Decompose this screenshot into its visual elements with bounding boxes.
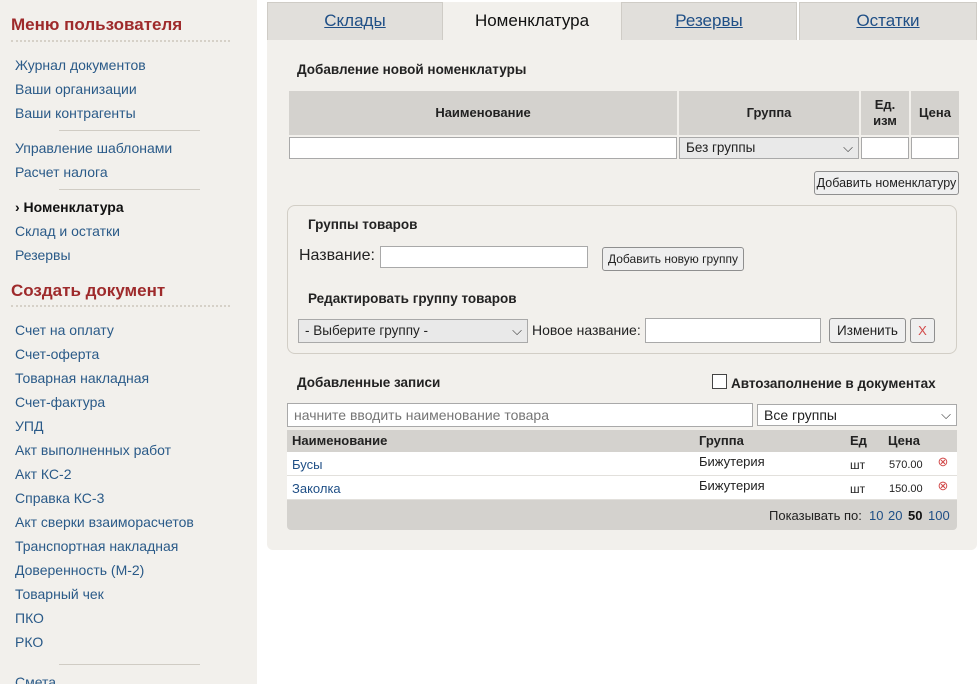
add-nomenclature-title: Добавление новой номенклатуры — [297, 62, 527, 77]
sidebar: Меню пользователя Журнал документов Ваши… — [0, 0, 257, 684]
tab-balances[interactable]: Остатки — [799, 2, 977, 40]
chevron-down-icon: ⌵ — [512, 323, 522, 338]
new-unit-input[interactable] — [861, 137, 909, 159]
col-header-unit-line1: Ед. — [874, 97, 896, 112]
remove-record-icon[interactable]: ⊗ — [936, 455, 950, 469]
divider — [59, 664, 200, 665]
chevron-down-icon: ⌵ — [941, 407, 951, 422]
records-header-name: Наименование — [292, 433, 388, 448]
rename-group-button[interactable]: Изменить — [829, 318, 906, 343]
page-size-100[interactable]: 100 — [928, 508, 950, 523]
sidebar-item-offer[interactable]: Счет-оферта — [15, 346, 99, 362]
table-row: Бусы Бижутерия шт 570.00 ⊗ — [287, 452, 957, 476]
record-unit: шт — [850, 482, 866, 496]
sidebar-item-transport[interactable]: Транспортная накладная — [15, 538, 178, 554]
divider — [59, 189, 200, 190]
page-size-50: 50 — [908, 508, 923, 523]
sidebar-item-organizations[interactable]: Ваши организации — [15, 81, 137, 97]
create-document-heading: Создать документ — [11, 281, 166, 300]
sidebar-item-reconciliation[interactable]: Акт сверки взаиморасчетов — [15, 514, 194, 530]
page-size-label: Показывать по: — [769, 508, 862, 523]
sidebar-item-pko[interactable]: ПКО — [15, 610, 44, 626]
record-price: 570.00 — [889, 459, 923, 471]
sidebar-item-journal[interactable]: Журнал документов — [15, 57, 146, 73]
new-name-input[interactable] — [289, 137, 677, 159]
edit-group-title: Редактировать группу товаров — [308, 291, 517, 306]
new-name-label: Новое название: — [532, 322, 641, 338]
group-filter-select[interactable]: Все группы ⌵ — [757, 404, 957, 426]
autofill-label: Автозаполнение в документах — [731, 376, 936, 391]
sidebar-item-estimate[interactable]: Смета — [15, 674, 56, 684]
sidebar-item-nomenclature[interactable]: › Номенклатура — [15, 199, 124, 215]
sidebar-item-stock[interactable]: Склад и остатки — [15, 223, 120, 239]
divider — [11, 40, 230, 42]
record-group: Бижутерия — [699, 478, 765, 493]
col-header-unit: Ед. изм — [861, 91, 909, 135]
records-table-header: Наименование Группа Ед Цена — [287, 430, 957, 452]
sidebar-item-contractors[interactable]: Ваши контрагенты — [15, 105, 136, 121]
edit-group-select[interactable]: - Выберите группу - ⌵ — [298, 319, 528, 343]
col-header-group: Группа — [679, 91, 859, 135]
sidebar-item-ks3[interactable]: Справка КС-3 — [15, 490, 104, 506]
sidebar-item-tax[interactable]: Расчет налога — [15, 164, 108, 180]
sidebar-item-tax-invoice[interactable]: Счет-фактура — [15, 394, 105, 410]
sidebar-item-templates[interactable]: Управление шаблонами — [15, 140, 172, 156]
autofill-checkbox[interactable] — [712, 374, 727, 389]
tab-warehouses[interactable]: Склады — [267, 2, 443, 40]
new-group-select-value: Без группы — [686, 140, 756, 155]
add-group-button[interactable]: Добавить новую группу — [602, 247, 744, 271]
new-group-select[interactable]: Без группы ⌵ — [679, 137, 859, 159]
sidebar-item-reserves[interactable]: Резервы — [15, 247, 71, 263]
records-header-unit: Ед — [850, 433, 867, 448]
divider — [59, 130, 200, 131]
divider — [11, 305, 230, 307]
col-header-price: Цена — [911, 91, 959, 135]
delete-group-button[interactable]: X — [910, 318, 935, 343]
page-size-20[interactable]: 20 — [888, 508, 902, 523]
group-name-input[interactable] — [380, 246, 588, 268]
product-search-input[interactable] — [287, 403, 753, 427]
group-new-name-input[interactable] — [645, 318, 821, 343]
new-price-input[interactable] — [911, 137, 959, 159]
group-filter-select-value: Все группы — [764, 407, 837, 423]
sidebar-item-upd[interactable]: УПД — [15, 418, 43, 434]
sidebar-item-invoice[interactable]: Счет на оплату — [15, 322, 114, 338]
pagination-bar: Показывать по: 10 20 50 100 — [287, 500, 957, 530]
record-name-link[interactable]: Бусы — [292, 457, 322, 472]
sidebar-item-ks2[interactable]: Акт КС-2 — [15, 466, 71, 482]
records-header-price: Цена — [888, 433, 920, 448]
edit-group-select-value: - Выберите группу - — [305, 323, 429, 338]
sidebar-item-rko[interactable]: РКО — [15, 634, 43, 650]
record-name-link[interactable]: Заколка — [292, 481, 341, 496]
sidebar-item-waybill[interactable]: Товарная накладная — [15, 370, 149, 386]
tab-nomenclature[interactable]: Номенклатура — [443, 2, 621, 40]
chevron-down-icon: ⌵ — [843, 140, 853, 155]
page-size-10[interactable]: 10 — [869, 508, 883, 523]
group-name-label: Название: — [299, 247, 375, 264]
record-unit: шт — [850, 458, 866, 472]
user-menu-heading: Меню пользователя — [11, 15, 183, 34]
table-row: Заколка Бижутерия шт 150.00 ⊗ — [287, 476, 957, 500]
add-nomenclature-button[interactable]: Добавить номенклатуру — [814, 171, 959, 195]
record-group: Бижутерия — [699, 454, 765, 469]
remove-record-icon[interactable]: ⊗ — [936, 479, 950, 493]
groups-title: Группы товаров — [308, 217, 418, 232]
record-price: 150.00 — [889, 483, 923, 495]
sidebar-item-power-of-attorney[interactable]: Доверенность (М-2) — [15, 562, 144, 578]
records-title: Добавленные записи — [297, 375, 441, 390]
records-header-group: Группа — [699, 433, 744, 448]
tab-reserves[interactable]: Резервы — [621, 2, 797, 40]
col-header-unit-line2: изм — [873, 113, 897, 128]
col-header-name: Наименование — [289, 91, 677, 135]
sidebar-item-work-act[interactable]: Акт выполненных работ — [15, 442, 171, 458]
sidebar-item-sales-receipt[interactable]: Товарный чек — [15, 586, 104, 602]
